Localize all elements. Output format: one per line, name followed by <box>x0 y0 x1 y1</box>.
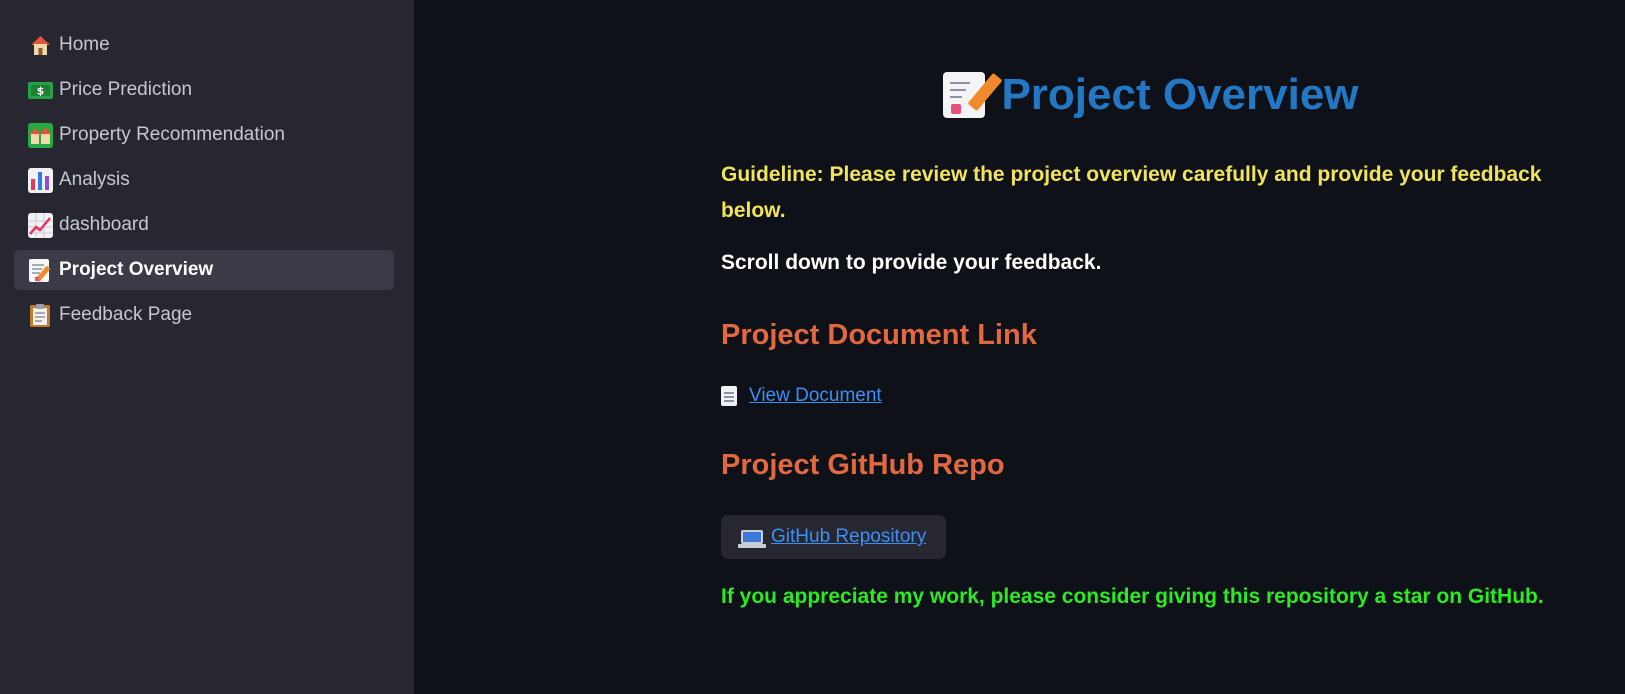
app: Home $ Price Prediction Property Recomme… <box>0 0 1625 694</box>
bar-chart-icon <box>28 167 53 193</box>
page-icon <box>721 386 737 406</box>
sidebar: Home $ Price Prediction Property Recomme… <box>0 0 414 694</box>
clipboard-icon <box>28 303 53 328</box>
memo-icon <box>28 258 53 283</box>
sidebar-item-price-prediction[interactable]: $ Price Prediction <box>14 70 394 110</box>
house-icon <box>28 32 53 58</box>
main-content: Project Overview Guideline: Please revie… <box>414 0 1625 694</box>
memo-icon <box>943 72 1003 118</box>
sidebar-item-label: Property Recommendation <box>59 124 285 145</box>
sidebar-item-label: Analysis <box>59 169 130 190</box>
view-document-link[interactable]: View Document <box>721 385 882 407</box>
project-document-heading: Project Document Link <box>721 319 1037 351</box>
project-github-heading: Project GitHub Repo <box>721 449 1005 481</box>
github-repository-label: GitHub Repository <box>771 526 927 547</box>
dollar-banknote-icon: $ <box>28 78 53 103</box>
sidebar-item-label: Home <box>59 34 110 55</box>
sidebar-item-home[interactable]: Home <box>14 25 394 65</box>
sidebar-item-analysis[interactable]: Analysis <box>14 160 394 200</box>
laptop-icon <box>738 530 766 548</box>
houses-icon <box>28 122 53 148</box>
sidebar-item-label: dashboard <box>59 214 149 235</box>
scroll-note: Scroll down to provide your feedback. <box>721 251 1102 274</box>
github-repository-button[interactable]: GitHub Repository <box>721 515 947 559</box>
sidebar-item-dashboard[interactable]: dashboard <box>14 205 394 245</box>
content-block: Project Overview Guideline: Please revie… <box>721 60 1581 615</box>
page-title-text: Project Overview <box>1001 70 1359 119</box>
sidebar-item-label: Feedback Page <box>59 304 193 325</box>
guideline-text: Guideline: Please review the project ove… <box>721 163 1542 222</box>
page-title: Project Overview <box>721 60 1581 130</box>
star-request-text: If you appreciate my work, please consid… <box>721 585 1544 608</box>
sidebar-item-label: Price Prediction <box>59 79 193 100</box>
view-document-label: View Document <box>749 385 882 406</box>
sidebar-item-label: Project Overview <box>59 259 214 280</box>
svg-text:$: $ <box>37 84 45 97</box>
sidebar-item-feedback-page[interactable]: Feedback Page <box>14 295 394 335</box>
chart-increasing-icon <box>28 212 53 238</box>
sidebar-item-project-overview[interactable]: Project Overview <box>14 250 394 290</box>
sidebar-item-property-recommendation[interactable]: Property Recommendation <box>14 115 394 155</box>
